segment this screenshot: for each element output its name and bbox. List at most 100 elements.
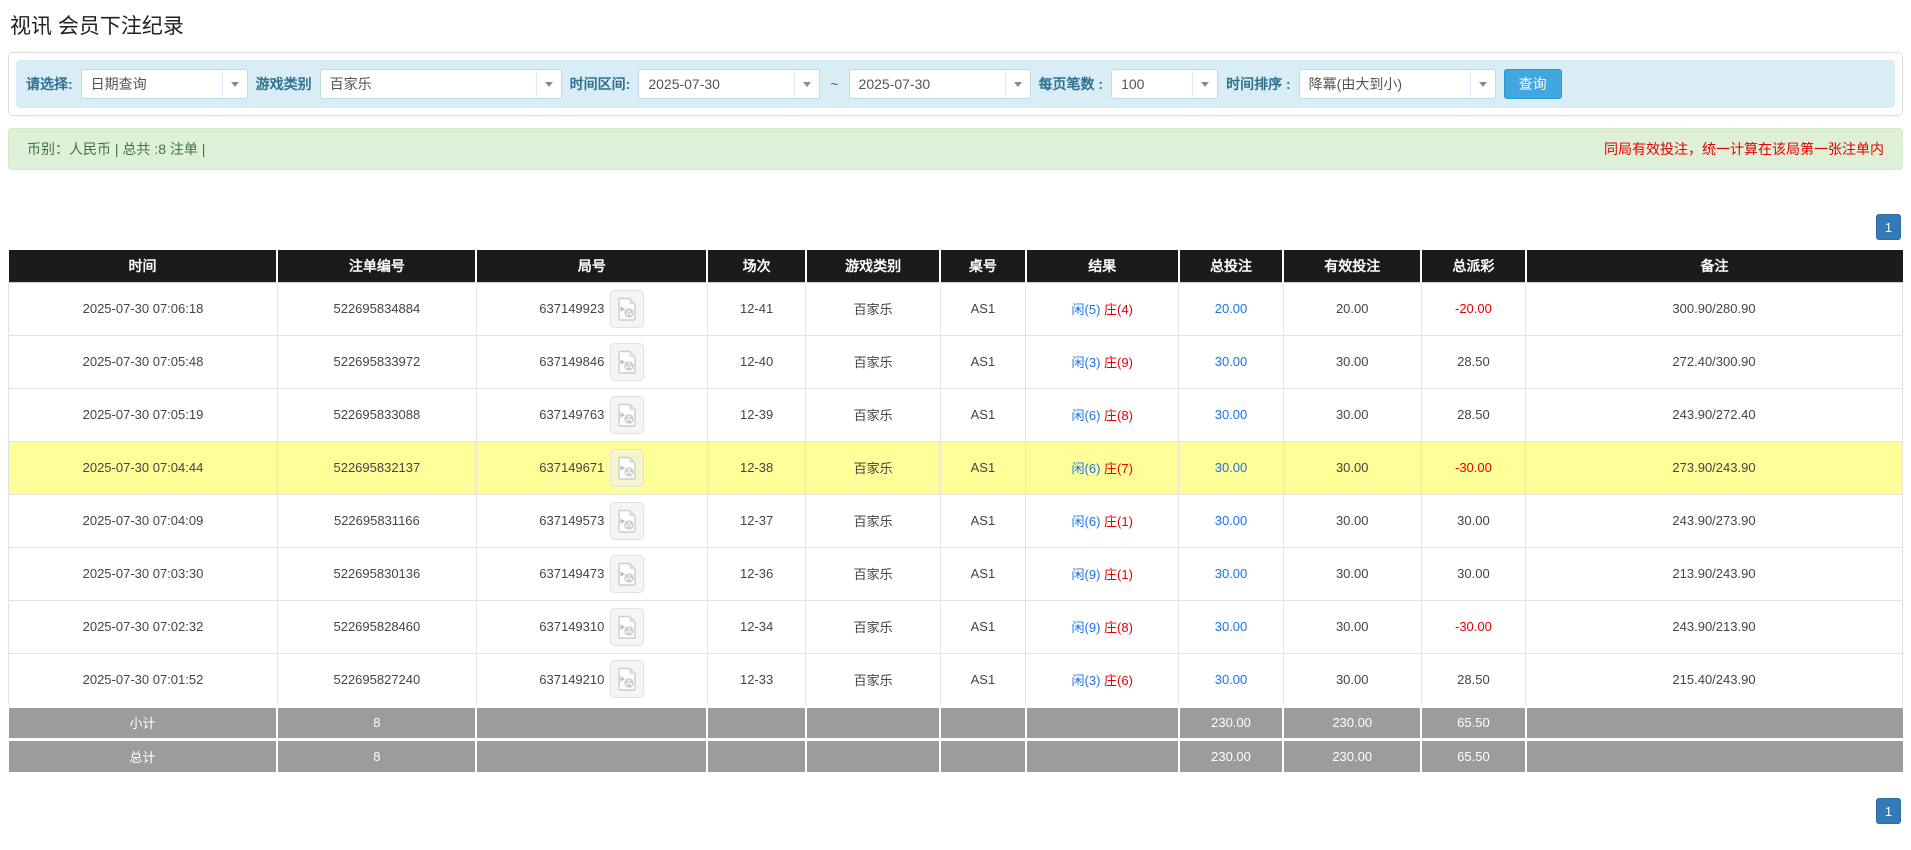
result-player: 闲(6) (1072, 408, 1101, 423)
round-id-cell: 637149210 (476, 653, 707, 706)
remark: 273.90/243.90 (1526, 441, 1903, 494)
table-header: 时间 注单编号 局号 场次 游戏类别 桌号 结果 总投注 有效投注 总派彩 备注 (9, 250, 1903, 282)
game-type: 百家乐 (806, 388, 940, 441)
total-bet-link[interactable]: 30.00 (1215, 460, 1248, 475)
total-bet-link[interactable]: 30.00 (1215, 354, 1248, 369)
table-row: 2025-07-30 07:04:09 522695831166 6371495… (9, 494, 1903, 547)
remark: 243.90/213.90 (1526, 600, 1903, 653)
total-bet-link[interactable]: 30.00 (1215, 619, 1248, 634)
query-type-select[interactable] (81, 69, 248, 99)
video-file-icon (617, 615, 637, 639)
total-bet-cell: 30.00 (1179, 600, 1283, 653)
payout-cell: -30.00 (1421, 600, 1525, 653)
result-banker: 庄(8) (1104, 408, 1133, 423)
video-replay-button[interactable] (610, 555, 644, 593)
page-1-button[interactable]: 1 (1876, 798, 1901, 824)
table-number: AS1 (940, 282, 1025, 335)
header-round-id: 局号 (476, 250, 707, 282)
header-time: 时间 (9, 250, 278, 282)
valid-bet: 30.00 (1283, 441, 1421, 494)
table-body: 2025-07-30 07:06:18 522695834884 6371499… (9, 282, 1903, 706)
round-id-cell: 637149473 (476, 547, 707, 600)
result-cell: 闲(6) 庄(7) (1026, 441, 1179, 494)
total-bet-cell: 20.00 (1179, 282, 1283, 335)
result-player: 闲(6) (1072, 514, 1101, 529)
video-file-icon (617, 297, 637, 321)
game-type: 百家乐 (806, 494, 940, 547)
table-number: AS1 (940, 335, 1025, 388)
select-type-label: 请选择: (26, 74, 73, 94)
bet-time: 2025-07-30 07:05:19 (9, 388, 278, 441)
page-size-input[interactable] (1112, 70, 1192, 98)
result-player: 闲(6) (1072, 461, 1101, 476)
game-type: 百家乐 (806, 335, 940, 388)
header-session: 场次 (707, 250, 805, 282)
video-file-icon (617, 350, 637, 374)
sort-order-select[interactable] (1299, 69, 1496, 99)
chevron-down-icon (545, 82, 553, 87)
sort-order-input[interactable] (1300, 70, 1470, 98)
sort-order-dropdown-arrow[interactable] (1470, 70, 1495, 98)
page-size-dropdown-arrow[interactable] (1192, 70, 1217, 98)
date-range-separator: ~ (830, 76, 838, 92)
game-type-dropdown-arrow[interactable] (536, 70, 561, 98)
video-replay-button[interactable] (610, 502, 644, 540)
game-type: 百家乐 (806, 441, 940, 494)
date-from-dropdown-arrow[interactable] (794, 70, 819, 98)
video-replay-button[interactable] (610, 449, 644, 487)
video-replay-button[interactable] (610, 608, 644, 646)
bet-time: 2025-07-30 07:05:48 (9, 335, 278, 388)
bet-time: 2025-07-30 07:01:52 (9, 653, 278, 706)
result-player: 闲(9) (1072, 620, 1101, 635)
round-number: 637149473 (539, 566, 604, 581)
total-bet-link[interactable]: 30.00 (1215, 566, 1248, 581)
result-cell: 闲(9) 庄(1) (1026, 547, 1179, 600)
search-button[interactable]: 查询 (1504, 69, 1562, 99)
table-row: 2025-07-30 07:06:18 522695834884 6371499… (9, 282, 1903, 335)
video-replay-button[interactable] (610, 396, 644, 434)
total-bet-link[interactable]: 30.00 (1215, 513, 1248, 528)
table-row: 2025-07-30 07:01:52 522695827240 6371492… (9, 653, 1903, 706)
result-cell: 闲(5) 庄(4) (1026, 282, 1179, 335)
query-type-dropdown-arrow[interactable] (222, 70, 247, 98)
page-size-select[interactable] (1111, 69, 1218, 99)
session: 12-37 (707, 494, 805, 547)
subtotal-valid-bet: 230.00 (1283, 706, 1421, 739)
session: 12-41 (707, 282, 805, 335)
header-game-type: 游戏类别 (806, 250, 940, 282)
game-type-select[interactable] (320, 69, 562, 99)
video-replay-button[interactable] (610, 343, 644, 381)
total-bet-cell: 30.00 (1179, 547, 1283, 600)
table-number: AS1 (940, 441, 1025, 494)
result-player: 闲(9) (1072, 567, 1101, 582)
video-file-icon (617, 667, 637, 691)
bet-id: 522695833972 (277, 335, 476, 388)
total-bet-link[interactable]: 30.00 (1215, 407, 1248, 422)
date-to-picker[interactable] (849, 69, 1031, 99)
video-replay-button[interactable] (610, 660, 644, 698)
session: 12-39 (707, 388, 805, 441)
table-row: 2025-07-30 07:04:44 522695832137 6371496… (9, 441, 1903, 494)
total-bet-cell: 30.00 (1179, 494, 1283, 547)
game-type-input[interactable] (321, 70, 536, 98)
round-id-cell: 637149671 (476, 441, 707, 494)
round-number: 637149671 (539, 460, 604, 475)
round-id-cell: 637149763 (476, 388, 707, 441)
total-bet-link[interactable]: 30.00 (1215, 672, 1248, 687)
total-valid-bet: 230.00 (1283, 739, 1421, 772)
date-to-input[interactable] (850, 70, 1005, 98)
table-footer: 小计 8 230.00 230.00 65.50 总计 8 230.00 230… (9, 706, 1903, 772)
table-row: 2025-07-30 07:05:48 522695833972 6371498… (9, 335, 1903, 388)
bet-id: 522695828460 (277, 600, 476, 653)
video-replay-button[interactable] (610, 290, 644, 328)
video-file-icon (617, 456, 637, 480)
date-to-dropdown-arrow[interactable] (1005, 70, 1030, 98)
bet-id: 522695833088 (277, 388, 476, 441)
bet-time: 2025-07-30 07:04:09 (9, 494, 278, 547)
result-banker: 庄(1) (1104, 567, 1133, 582)
page-1-button[interactable]: 1 (1876, 214, 1901, 240)
date-from-picker[interactable] (638, 69, 820, 99)
query-type-input[interactable] (82, 70, 222, 98)
date-from-input[interactable] (639, 70, 794, 98)
total-bet-link[interactable]: 20.00 (1215, 301, 1248, 316)
